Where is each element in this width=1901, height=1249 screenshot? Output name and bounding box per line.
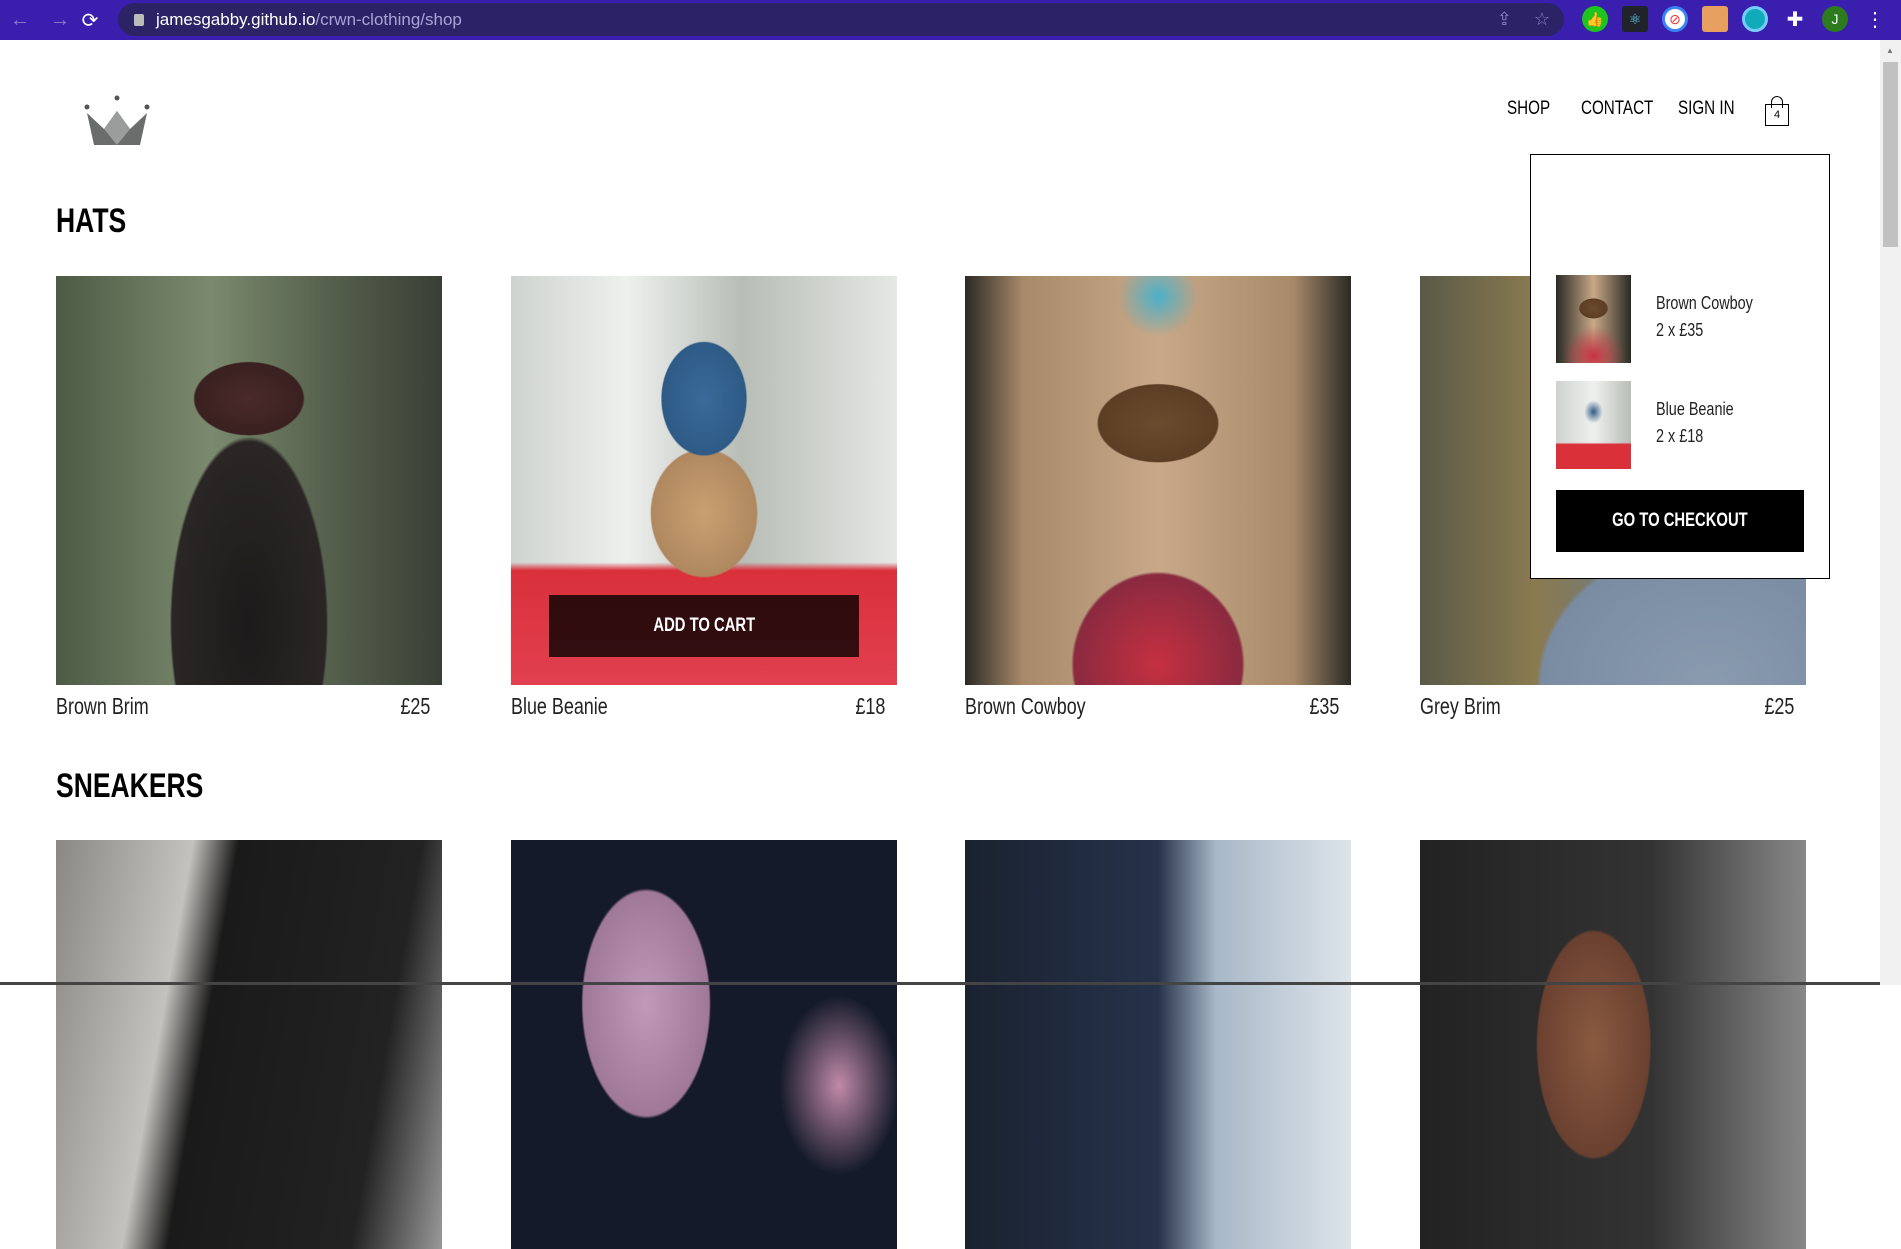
collection-title-hats: HATS: [56, 202, 127, 240]
cart-item-qty-price: 2 x £35: [1656, 320, 1704, 340]
extension-thumb-icon[interactable]: 👍: [1582, 6, 1608, 32]
share-icon[interactable]: ⇪: [1497, 9, 1512, 30]
nav-contact[interactable]: CONTACT: [1581, 98, 1653, 120]
product-card[interactable]: Brown Brim £25: [56, 276, 442, 720]
product-card[interactable]: [1420, 840, 1806, 1249]
bookmark-star-icon[interactable]: ☆: [1534, 9, 1550, 30]
url-host: jamesgabby.github.io: [156, 9, 316, 29]
product-image: [56, 276, 442, 685]
cart-icon[interactable]: 4: [1764, 96, 1790, 126]
target-extension-icon[interactable]: [1742, 6, 1768, 32]
product-image: [56, 840, 442, 1249]
cart-item-image: [1556, 275, 1631, 363]
product-image: ADD TO CART: [511, 276, 897, 685]
product-price: £25: [400, 693, 430, 719]
product-image: [511, 840, 897, 1249]
coffee-extension-icon[interactable]: [1702, 6, 1728, 32]
product-price: £25: [1764, 693, 1794, 719]
product-name: Blue Beanie: [511, 693, 608, 719]
add-to-cart-button[interactable]: ADD TO CART: [549, 595, 859, 657]
crown-logo[interactable]: [84, 95, 150, 147]
menu-kebab-icon[interactable]: ⋮: [1862, 6, 1888, 32]
cart-item-name: Blue Beanie: [1656, 399, 1734, 419]
product-name: Grey Brim: [1420, 693, 1501, 719]
product-image: [965, 276, 1351, 685]
product-name: Brown Brim: [56, 693, 149, 719]
react-devtools-icon[interactable]: ⚛: [1622, 6, 1648, 32]
product-card[interactable]: ADD TO CART Blue Beanie £18: [511, 276, 897, 720]
cart-dropdown: Brown Cowboy 2 x £35 Blue Beanie 2 x £18 G…: [1530, 154, 1830, 579]
url-path: /crwn-clothing/shop: [315, 9, 462, 29]
profile-avatar[interactable]: J: [1822, 6, 1848, 32]
product-card[interactable]: [56, 840, 442, 1249]
cart-item: Brown Cowboy 2 x £35: [1556, 275, 1753, 363]
product-image: [1420, 840, 1806, 1249]
product-card[interactable]: [511, 840, 897, 1249]
cart-item-qty-price: 2 x £18: [1656, 426, 1704, 446]
extensions-puzzle-icon[interactable]: ✚: [1782, 6, 1808, 32]
cart-item-name: Brown Cowboy: [1656, 293, 1753, 313]
scroll-thumb[interactable]: [1883, 62, 1898, 247]
go-to-checkout-button[interactable]: GO TO CHECKOUT: [1556, 490, 1804, 552]
product-price: £35: [1309, 693, 1339, 719]
product-image: [965, 840, 1351, 1249]
back-icon[interactable]: ←: [0, 9, 40, 32]
lock-icon: [134, 13, 144, 26]
page-scrollbar[interactable]: ▲: [1880, 40, 1901, 985]
product-price: £18: [855, 693, 885, 719]
nav-shop[interactable]: SHOP: [1507, 98, 1550, 120]
nav-sign-in[interactable]: SIGN IN: [1678, 98, 1735, 120]
blocker-extension-icon[interactable]: ⊘: [1662, 6, 1688, 32]
product-name: Brown Cowboy: [965, 693, 1086, 719]
cart-item: Blue Beanie 2 x £18: [1556, 381, 1734, 469]
product-card[interactable]: [965, 840, 1351, 1249]
reload-icon[interactable]: ⟳: [70, 8, 110, 33]
address-bar[interactable]: jamesgabby.github.io/crwn-clothing/shop …: [118, 3, 1564, 36]
collection-title-sneakers: SNEAKERS: [56, 767, 204, 805]
browser-toolbar: ← → ⟳ jamesgabby.github.io/crwn-clothing…: [0, 0, 1901, 40]
cart-count: 4: [1773, 109, 1781, 121]
cart-item-image: [1556, 381, 1631, 469]
scroll-up-icon[interactable]: ▲: [1886, 46, 1894, 55]
product-card[interactable]: Brown Cowboy £35: [965, 276, 1351, 720]
